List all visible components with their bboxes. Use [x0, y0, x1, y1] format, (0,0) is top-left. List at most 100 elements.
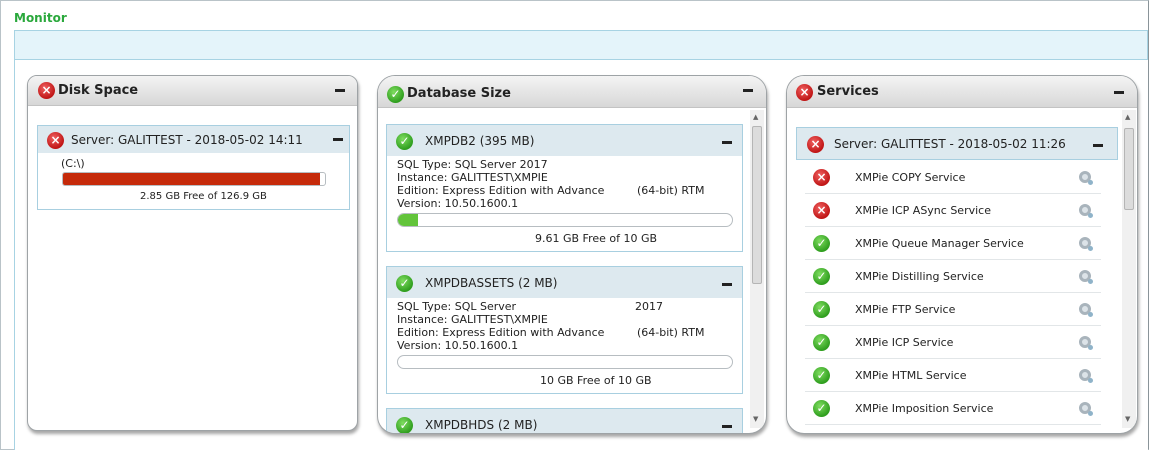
gear-icon[interactable] — [1079, 270, 1093, 284]
gear-icon[interactable] — [1079, 303, 1093, 317]
panel-title: Database Size — [407, 86, 511, 101]
service-name: XMPie Imposition Service — [855, 402, 994, 415]
database-body: SQL Type: SQL Server 2017 Instance: GALI… — [386, 298, 743, 394]
minus-icon[interactable] — [1093, 144, 1103, 147]
disk-space-panel-header: × Disk Space — [28, 76, 357, 106]
minus-icon[interactable] — [722, 425, 732, 428]
scrollbar-thumb[interactable] — [752, 126, 762, 284]
check-icon: ✓ — [813, 400, 830, 417]
check-icon: ✓ — [813, 268, 830, 285]
service-row[interactable]: ✓ XMPie Imposition Service — [805, 392, 1101, 425]
version: Version: 10.50.1600.1 — [397, 197, 519, 210]
disk-free-text: 2.85 GB Free of 126.9 GB — [140, 191, 267, 202]
gear-icon[interactable] — [1079, 204, 1093, 218]
server-label: Server: GALITTEST - 2018-05-02 11:26 — [834, 137, 1066, 151]
drive-label: (C:\) — [61, 157, 85, 170]
sql-year: 2017 — [635, 300, 663, 313]
scroll-up-icon[interactable]: ▲ — [753, 113, 758, 121]
scroll-down-icon[interactable]: ▼ — [753, 415, 758, 423]
disk-usage-fill — [63, 173, 320, 185]
database-free-text: 10 GB Free of 10 GB — [540, 374, 652, 387]
minus-icon[interactable] — [722, 141, 732, 144]
check-icon: ✓ — [396, 275, 413, 292]
scroll-down-icon[interactable]: ▼ — [1125, 415, 1130, 423]
services-scrollbar[interactable]: ▲ ▼ — [1122, 110, 1136, 428]
version: Version: 10.50.1600.1 — [397, 339, 519, 352]
error-icon: × — [807, 136, 824, 153]
page-title: Monitor — [14, 11, 67, 25]
check-icon: ✓ — [813, 235, 830, 252]
database-usage-bar — [397, 213, 733, 227]
services-panel-header: × Services — [787, 76, 1137, 108]
database-header[interactable]: ✓ XMPDBASSETS (2 MB) — [386, 266, 743, 299]
services-panel: × Services × Server: GALITTEST - 2018-05… — [786, 75, 1138, 434]
database-header[interactable]: ✓ XMPDB2 (395 MB) — [386, 124, 743, 157]
error-icon: × — [813, 169, 830, 186]
database-size-panel-header: ✓ Database Size — [378, 76, 766, 108]
check-icon: ✓ — [813, 367, 830, 384]
panel-title: Services — [817, 84, 879, 99]
minus-icon[interactable] — [333, 138, 343, 141]
service-row[interactable]: × XMPie ICP ASync Service — [805, 194, 1101, 227]
minus-icon[interactable] — [1114, 91, 1124, 94]
gear-icon[interactable] — [1079, 369, 1093, 383]
services-server-header[interactable]: × Server: GALITTEST - 2018-05-02 11:26 — [796, 127, 1118, 160]
check-icon: ✓ — [813, 301, 830, 318]
toolbar-strip — [14, 30, 1148, 60]
database-header[interactable]: ✓ XMPDBHDS (2 MB) — [386, 408, 743, 433]
check-icon: ✓ — [396, 417, 413, 433]
edition: Edition: Express Edition with Advance — [397, 326, 605, 339]
service-row[interactable]: ✓ XMPie Distilling Service — [805, 260, 1101, 293]
error-icon: × — [796, 84, 813, 101]
database-name: XMPDB2 (395 MB) — [425, 134, 535, 148]
database-name: XMPDBHDS (2 MB) — [425, 418, 538, 432]
edition-suffix: (64-bit) RTM — [637, 326, 705, 339]
service-name: XMPie ICP ASync Service — [855, 204, 991, 217]
error-icon: × — [38, 82, 55, 99]
check-icon: ✓ — [396, 133, 413, 150]
database-size-panel: ✓ Database Size ✓ XMPDB2 (395 MB) SQL Ty… — [377, 75, 767, 434]
minus-icon[interactable] — [743, 89, 753, 92]
service-name: XMPie ICP Service — [855, 336, 954, 349]
server-label: Server: GALITTEST - 2018-05-02 14:11 — [71, 133, 303, 147]
disk-server-body: (C:\) 2.85 GB Free of 126.9 GB — [37, 153, 350, 210]
database-name: XMPDBASSETS (2 MB) — [425, 276, 558, 290]
sql-type: SQL Type: SQL Server 2017 — [397, 158, 548, 171]
panel-title: Disk Space — [58, 83, 139, 98]
gear-icon[interactable] — [1079, 402, 1093, 416]
minus-icon[interactable] — [722, 283, 732, 286]
check-icon: ✓ — [387, 86, 404, 103]
database-free-text: 9.61 GB Free of 10 GB — [535, 232, 658, 245]
service-name: XMPie FTP Service — [855, 303, 956, 316]
edition-suffix: (64-bit) RTM — [637, 184, 705, 197]
database-usage-bar — [397, 355, 733, 369]
disk-server-header[interactable]: × Server: GALITTEST - 2018-05-02 14:11 — [37, 125, 350, 154]
gear-icon[interactable] — [1079, 336, 1093, 350]
database-usage-fill — [398, 214, 419, 226]
service-row[interactable]: ✓ XMPie HTML Service — [805, 359, 1101, 392]
scroll-up-icon[interactable]: ▲ — [1125, 113, 1130, 121]
disk-usage-bar — [62, 172, 326, 186]
scrollbar-thumb[interactable] — [1124, 128, 1134, 210]
gear-icon[interactable] — [1079, 171, 1093, 185]
edition: Edition: Express Edition with Advance — [397, 184, 605, 197]
service-name: XMPie Queue Manager Service — [855, 237, 1024, 250]
error-icon: × — [813, 202, 830, 219]
service-row[interactable]: ✓ XMPie ICP Service — [805, 326, 1101, 359]
service-name: XMPie Distilling Service — [855, 270, 984, 283]
service-row[interactable]: ✓ XMPie Queue Manager Service — [805, 227, 1101, 260]
error-icon: × — [47, 132, 64, 149]
sql-type: SQL Type: SQL Server — [397, 300, 517, 313]
service-name: XMPie HTML Service — [855, 369, 967, 382]
instance: Instance: GALITTEST\XMPIE — [397, 313, 548, 326]
gear-icon[interactable] — [1079, 237, 1093, 251]
service-name: XMPie COPY Service — [855, 171, 966, 184]
service-row[interactable]: × XMPie COPY Service — [805, 161, 1101, 194]
service-row[interactable]: ✓ XMPie FTP Service — [805, 293, 1101, 326]
database-scrollbar[interactable]: ▲ ▼ — [750, 110, 764, 428]
instance: Instance: GALITTEST\XMPIE — [397, 171, 548, 184]
check-icon: ✓ — [813, 334, 830, 351]
disk-space-panel: × Disk Space × Server: GALITTEST - 2018-… — [27, 75, 358, 431]
database-body: SQL Type: SQL Server 2017 Instance: GALI… — [386, 156, 743, 252]
minus-icon[interactable] — [335, 89, 345, 92]
